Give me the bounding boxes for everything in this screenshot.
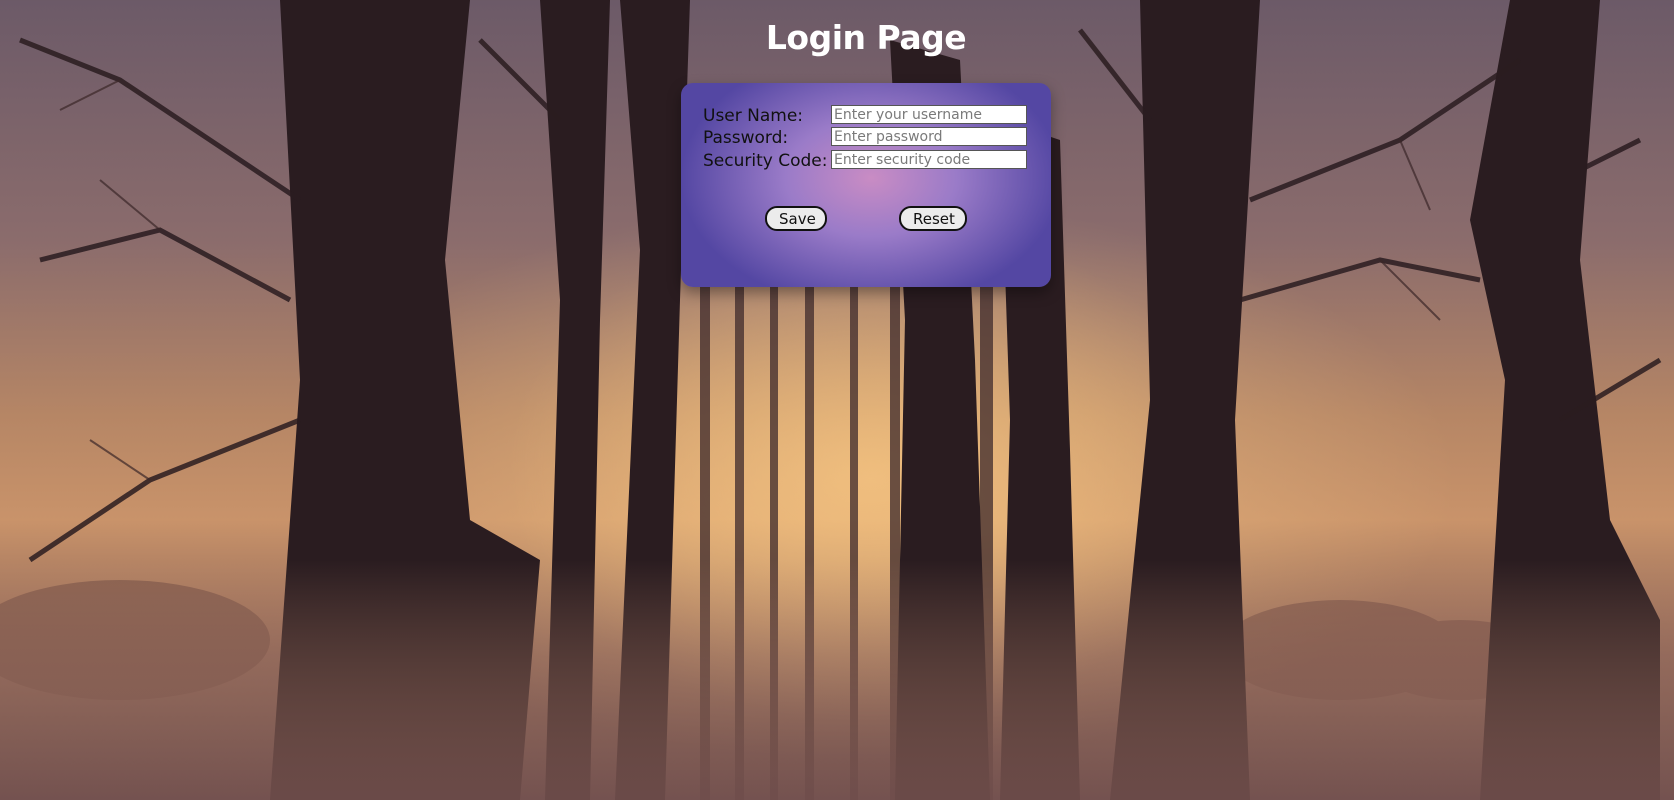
security-code-row: Security Code:	[703, 149, 1033, 171]
save-button[interactable]: Save	[765, 206, 827, 231]
security-code-label: Security Code:	[703, 151, 828, 171]
username-label: User Name:	[703, 106, 804, 126]
security-code-input[interactable]	[831, 150, 1027, 169]
username-input[interactable]	[831, 105, 1027, 124]
password-row: Password:	[703, 126, 1033, 148]
reset-button[interactable]: Reset	[899, 206, 967, 231]
password-input[interactable]	[831, 127, 1027, 146]
page-title: Login Page	[765, 18, 967, 57]
password-label: Password:	[703, 128, 789, 148]
login-form-panel: User Name: Password: Security Code: Save…	[681, 83, 1051, 287]
username-row: User Name:	[703, 104, 1033, 126]
